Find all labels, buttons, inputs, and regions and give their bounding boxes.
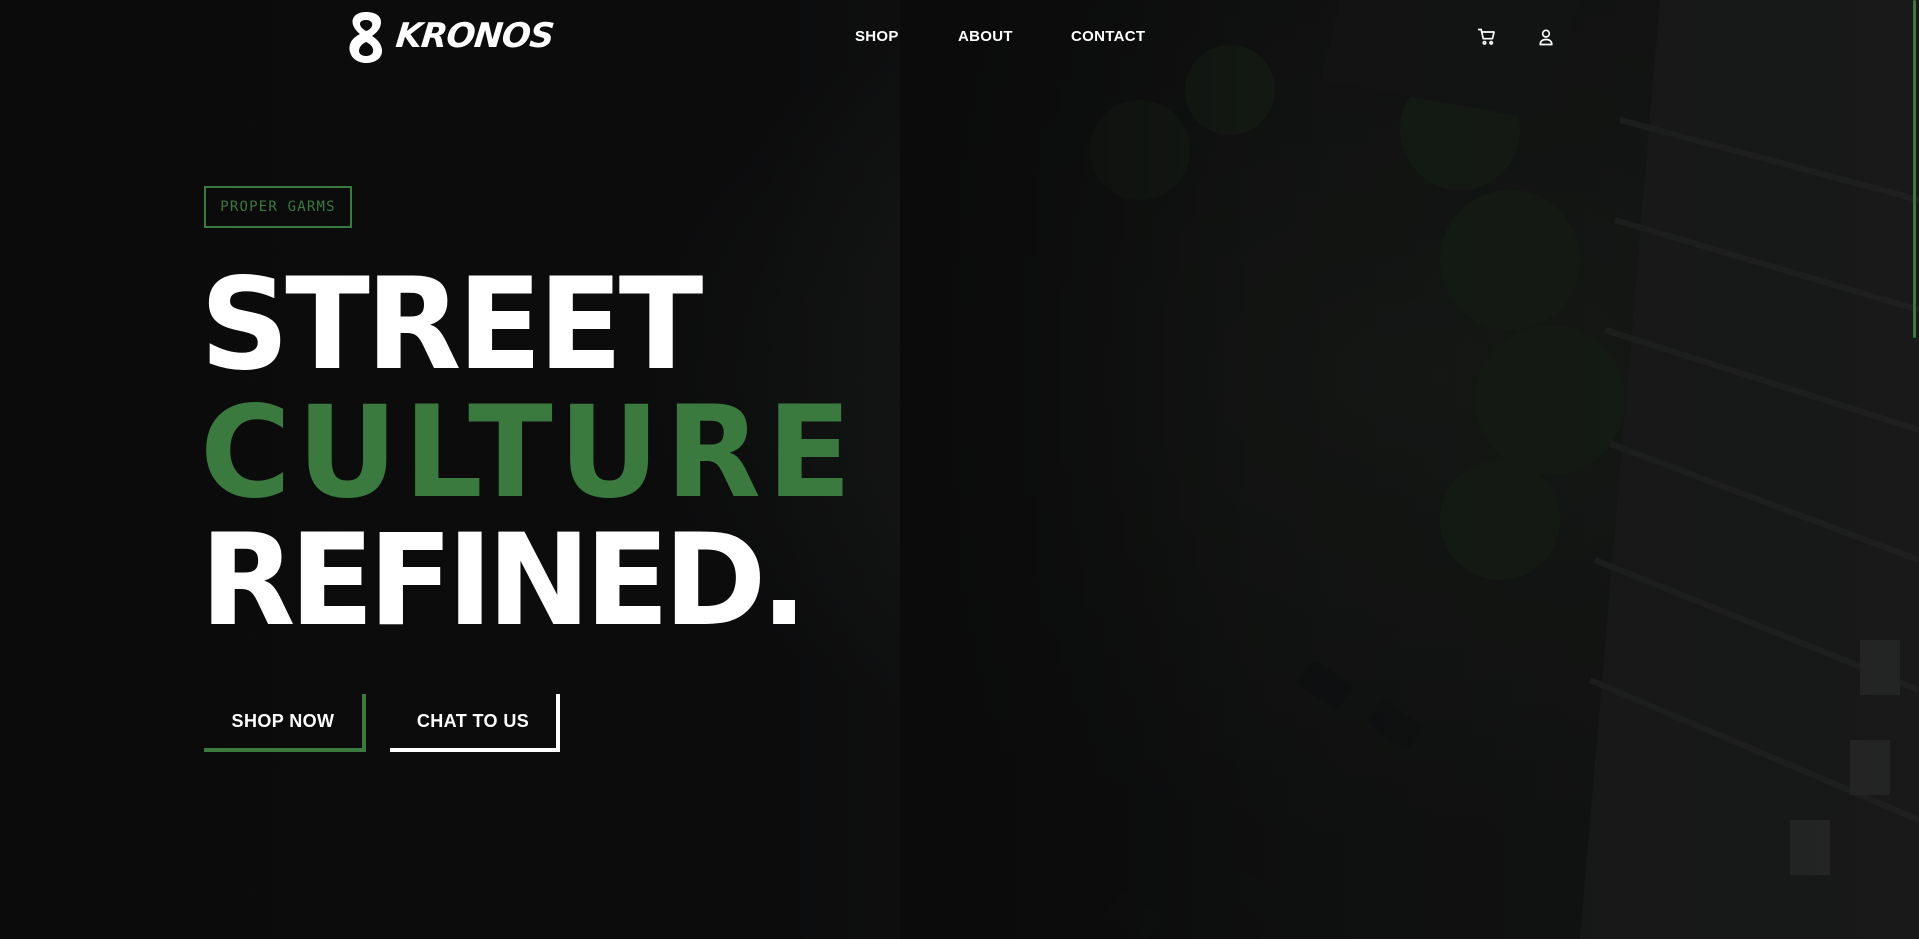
site-header: KRONOS SHOP ABOUT CONTACT: [0, 0, 1919, 74]
nav-item-about[interactable]: ABOUT: [958, 28, 1013, 45]
nav-item-shop[interactable]: SHOP: [855, 28, 899, 45]
hero-headline-line-3: REFINED.: [200, 507, 808, 655]
brand-logo[interactable]: KRONOS: [346, 10, 555, 64]
scrollbar-thumb[interactable]: [1913, 0, 1916, 338]
hero-headline-line-1: STREET: [200, 251, 703, 399]
shop-now-button[interactable]: SHOP NOW: [204, 694, 366, 752]
nav-item-contact[interactable]: CONTACT: [1071, 28, 1145, 45]
hero-headline-line-2: CULTURE: [200, 379, 858, 527]
cart-icon: [1477, 28, 1495, 45]
hero-badge: PROPER GARMS: [204, 186, 352, 228]
brand-wordmark: KRONOS: [393, 16, 556, 56]
eight-mark-icon: [349, 12, 382, 63]
hero-background-image: [900, 0, 1919, 939]
user-icon: [1539, 29, 1553, 46]
chat-to-us-button[interactable]: CHAT TO US: [390, 694, 560, 752]
landing-page: KRONOS SHOP ABOUT CONTACT PROPER GARMS S…: [0, 0, 1919, 939]
account-button[interactable]: [1535, 26, 1557, 48]
cart-button[interactable]: [1476, 26, 1498, 48]
